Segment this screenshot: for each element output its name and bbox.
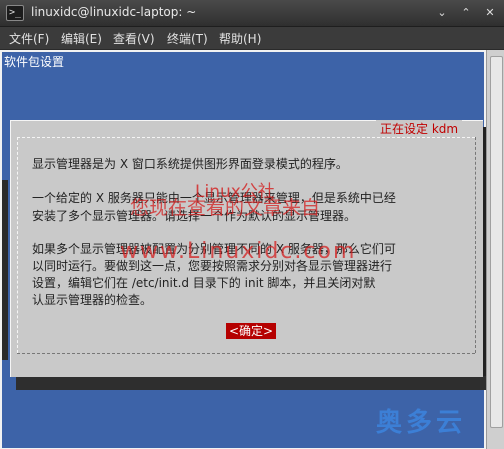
close-button[interactable]: ✕ bbox=[482, 5, 498, 21]
window-title: linuxidc@linuxidc-laptop: ~ bbox=[31, 5, 197, 19]
package-config-header: 软件包设置 bbox=[4, 55, 65, 69]
ok-button[interactable]: <确定> bbox=[226, 323, 277, 339]
dialog-frame-right bbox=[475, 137, 476, 353]
dialog-frame-left bbox=[17, 137, 18, 353]
watermark-line-3: www.Linuxidc.com bbox=[120, 239, 357, 264]
dialog-frame-bottom bbox=[17, 353, 475, 354]
left-shadow-bar bbox=[2, 180, 8, 360]
dialog-line: 显示管理器是为 X 窗口系统提供图形界面登录模式的程序。 bbox=[32, 157, 348, 171]
minimize-button[interactable]: ⌄ bbox=[434, 5, 450, 21]
dialog-shadow-bottom bbox=[16, 376, 486, 390]
menu-file[interactable]: 文件(F) bbox=[9, 30, 49, 47]
menu-help[interactable]: 帮助(H) bbox=[219, 30, 261, 47]
terminal-window: >_ linuxidc@linuxidc-laptop: ~ ⌄ ⌃ ✕ 文件(… bbox=[0, 0, 504, 449]
scroll-thumb[interactable] bbox=[490, 56, 503, 428]
menu-edit[interactable]: 编辑(E) bbox=[61, 30, 102, 47]
menu-view[interactable]: 查看(V) bbox=[113, 30, 155, 47]
dialog-line: 设置，编辑它们在 /etc/init.d 目录下的 init 脚本，并且关闭对默 bbox=[32, 276, 376, 290]
menu-terminal[interactable]: 终端(T) bbox=[167, 30, 208, 47]
site-logo: 奥多云 bbox=[376, 408, 467, 438]
dialog-frame-top bbox=[17, 137, 475, 138]
title-bar[interactable]: >_ linuxidc@linuxidc-laptop: ~ ⌄ ⌃ ✕ bbox=[0, 0, 504, 27]
scrollbar[interactable] bbox=[486, 50, 504, 449]
dialog-title: 正在设定 kdm bbox=[376, 120, 463, 137]
watermark-line-2: 您现在查看的文章来自 bbox=[130, 197, 321, 219]
dialog-line: 认显示管理器的检查。 bbox=[32, 293, 153, 307]
maximize-button[interactable]: ⌃ bbox=[458, 5, 474, 21]
menu-bar: 文件(F) 编辑(E) 查看(V) 终端(T) 帮助(H) bbox=[0, 27, 504, 50]
terminal-icon: >_ bbox=[6, 5, 24, 21]
